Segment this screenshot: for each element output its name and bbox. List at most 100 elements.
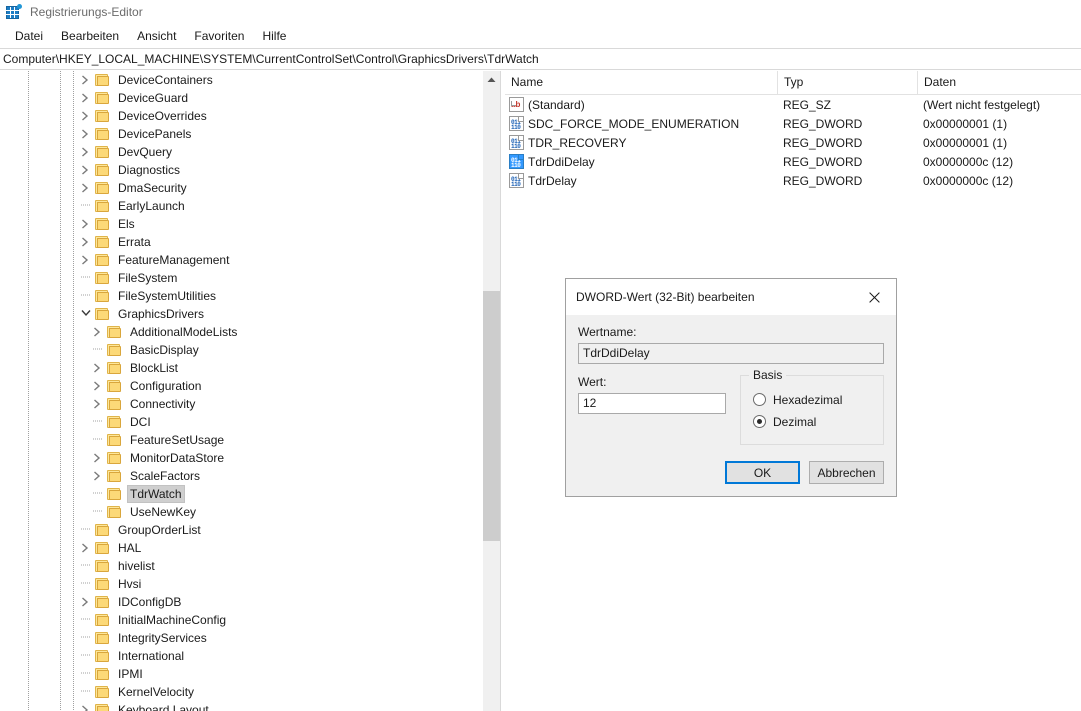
chevron-right-icon[interactable] [78,539,94,557]
menu-item-datei[interactable]: Datei [6,27,52,46]
tree-item-label: ScaleFactors [130,469,201,483]
tree-item-label: Connectivity [130,397,196,411]
value-name-cell: 011 110 TdrDdiDelay [505,154,777,169]
tree-item-filesystem[interactable]: FileSystem [0,269,500,287]
close-icon[interactable] [852,283,896,312]
registry-values-list[interactable]: ab (Standard) REG_SZ (Wert nicht festgelegt… [505,95,1081,190]
chevron-right-icon[interactable] [90,359,106,377]
tree-item-blocklist[interactable]: BlockList [0,359,500,377]
tree-item-dci[interactable]: DCI [0,413,500,431]
tree-item-label: BasicDisplay [130,343,199,357]
chevron-right-icon[interactable] [78,89,94,107]
tree-item-grouporderlist[interactable]: GroupOrderList [0,521,500,539]
tree-item-configuration[interactable]: Configuration [0,377,500,395]
column-header-daten[interactable]: Daten [917,71,1081,94]
menu-item-ansicht[interactable]: Ansicht [128,27,185,46]
cancel-button[interactable]: Abbrechen [809,461,884,484]
chevron-down-icon[interactable] [78,305,94,323]
chevron-right-icon[interactable] [78,593,94,611]
chevron-right-icon[interactable] [90,377,106,395]
folder-icon [106,451,122,465]
table-row[interactable]: 011 110 TdrDelay REG_DWORD 0x0000000c (12) [505,171,1081,190]
value-data-input[interactable]: 12 [578,393,726,414]
menu-item-hilfe[interactable]: Hilfe [253,27,295,46]
ok-button[interactable]: OK [725,461,800,484]
chevron-right-icon[interactable] [78,71,94,89]
tree-item-devicepanels[interactable]: DevicePanels [0,125,500,143]
table-row[interactable]: ab (Standard) REG_SZ (Wert nicht festgelegt… [505,95,1081,114]
scroll-up-arrow[interactable] [483,71,500,88]
tree-item-devicecontainers[interactable]: DeviceContainers [0,71,500,89]
tree-item-idconfigdb[interactable]: IDConfigDB [0,593,500,611]
tree-item-hvsi[interactable]: Hvsi [0,575,500,593]
tree-item-featuremanagement[interactable]: FeatureManagement [0,251,500,269]
folder-icon [94,91,110,105]
tree-item-keyboard-layout[interactable]: Keyboard Layout [0,701,500,711]
tree-item-tdrwatch[interactable]: TdrWatch [0,485,500,503]
tree-item-errata[interactable]: Errata [0,233,500,251]
tree-item-els[interactable]: Els [0,215,500,233]
tree-item-devquery[interactable]: DevQuery [0,143,500,161]
tree-scrollbar[interactable] [482,71,500,711]
chevron-right-icon[interactable] [78,143,94,161]
table-row[interactable]: 011 110 TdrDdiDelay REG_DWORD 0x0000000c (12… [505,152,1081,171]
tree-item-earlylaunch[interactable]: EarlyLaunch [0,197,500,215]
tree-item-hal[interactable]: HAL [0,539,500,557]
chevron-right-icon[interactable] [78,251,94,269]
tree-item-initialmachineconfig[interactable]: InitialMachineConfig [0,611,500,629]
chevron-right-icon[interactable] [78,125,94,143]
tree-item-deviceoverrides[interactable]: DeviceOverrides [0,107,500,125]
tree-item-label: DevicePanels [118,127,192,141]
tree-item-diagnostics[interactable]: Diagnostics [0,161,500,179]
chevron-right-icon[interactable] [78,179,94,197]
folder-icon [106,433,122,447]
chevron-right-icon[interactable] [90,467,106,485]
tree-item-label: Els [118,217,135,231]
tree-item-graphicsdrivers[interactable]: GraphicsDrivers [0,305,500,323]
tree-item-basicdisplay[interactable]: BasicDisplay [0,341,500,359]
registry-tree[interactable]: DeviceContainers DeviceGuard DeviceOverrid… [0,71,500,711]
tree-item-international[interactable]: International [0,647,500,665]
column-header-name[interactable]: Name [505,71,777,94]
chevron-right-icon[interactable] [78,701,94,711]
menu-bar: Datei Bearbeiten Ansicht Favoriten Hilfe [0,24,1081,48]
radio-dezimal-indicator[interactable] [753,415,766,428]
chevron-right-icon[interactable] [78,233,94,251]
radio-hexadezimal[interactable]: Hexadezimal [753,390,873,409]
value-name-text: TdrDdiDelay [528,154,595,169]
tree-item-kernelvelocity[interactable]: KernelVelocity [0,683,500,701]
tree-item-featuresetusage[interactable]: FeatureSetUsage [0,431,500,449]
tree-connector [78,665,94,683]
chevron-right-icon[interactable] [90,323,106,341]
chevron-right-icon[interactable] [90,449,106,467]
chevron-right-icon[interactable] [90,395,106,413]
column-header-typ[interactable]: Typ [777,71,917,94]
tree-item-label: DmaSecurity [118,181,187,195]
tree-item-monitordatastore[interactable]: MonitorDataStore [0,449,500,467]
table-row[interactable]: 011 110 TDR_RECOVERY REG_DWORD 0x00000001 (1… [505,133,1081,152]
menu-item-bearbeiten[interactable]: Bearbeiten [52,27,128,46]
tree-item-usenewkey[interactable]: UseNewKey [0,503,500,521]
table-row[interactable]: 011 110 SDC_FORCE_MODE_ENUMERATION REG_DWOR… [505,114,1081,133]
tree-item-additionalmodelists[interactable]: AdditionalModeLists [0,323,500,341]
radio-hexadezimal-indicator[interactable] [753,393,766,406]
tree-item-filesystemutilities[interactable]: FileSystemUtilities [0,287,500,305]
tree-item-integrityservices[interactable]: IntegrityServices [0,629,500,647]
value-name-input[interactable]: TdrDdiDelay [578,343,884,364]
address-bar[interactable]: Computer\HKEY_LOCAL_MACHINE\SYSTEM\Curre… [0,48,1081,70]
tree-item-connectivity[interactable]: Connectivity [0,395,500,413]
value-type-cell: REG_DWORD [783,135,863,150]
menu-item-favoriten[interactable]: Favoriten [185,27,253,46]
tree-item-dmasecurity[interactable]: DmaSecurity [0,179,500,197]
chevron-right-icon[interactable] [78,215,94,233]
tree-item-hivelist[interactable]: hivelist [0,557,500,575]
chevron-right-icon[interactable] [78,161,94,179]
radio-dezimal[interactable]: Dezimal [753,412,873,431]
tree-scrollbar-thumb[interactable] [483,291,500,541]
tree-item-ipmi[interactable]: IPMI [0,665,500,683]
chevron-right-icon[interactable] [78,107,94,125]
registry-editor-icon [6,4,22,20]
value-type-cell: REG_DWORD [783,173,863,188]
tree-item-deviceguard[interactable]: DeviceGuard [0,89,500,107]
tree-item-scalefactors[interactable]: ScaleFactors [0,467,500,485]
